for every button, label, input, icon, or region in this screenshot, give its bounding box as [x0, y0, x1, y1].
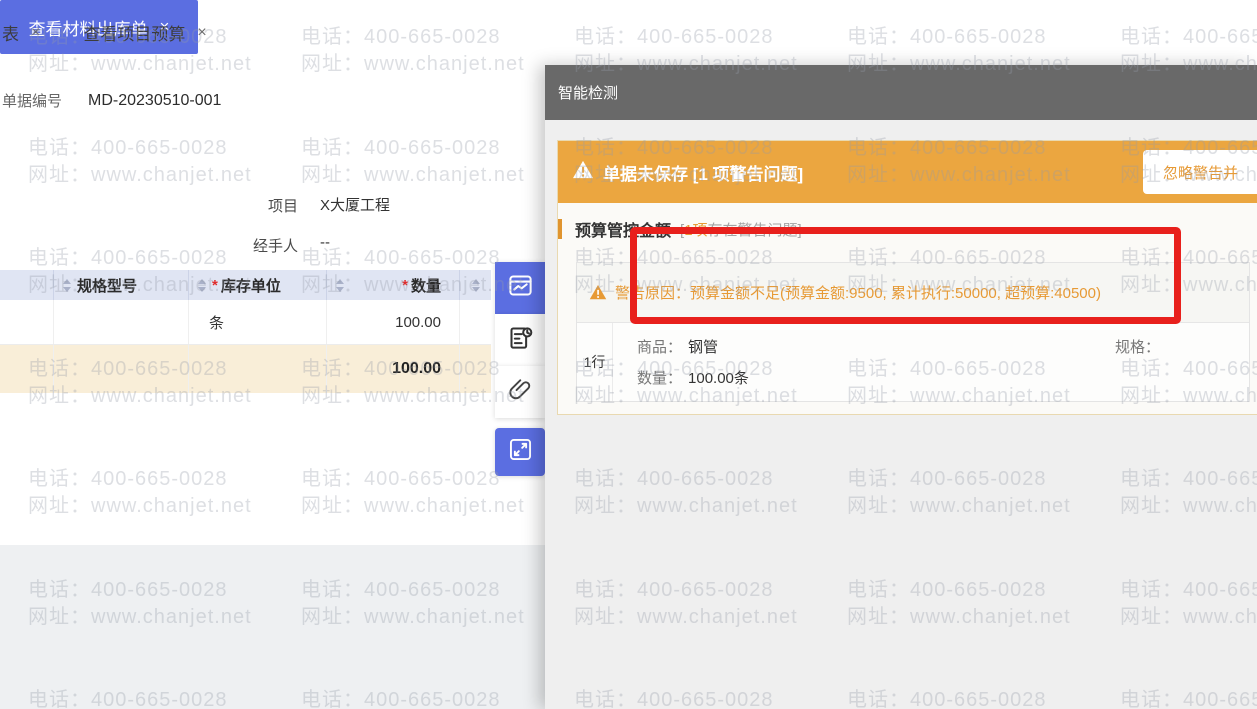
- tab-report-partial[interactable]: 表 ×: [2, 0, 40, 65]
- smart-detection-panel: 智能检测 单据未保存 [1 项警告问题] 忽略警告并 预算管控金额 [1项存在警…: [545, 65, 1257, 709]
- warning-reason-label: 警告原因：: [615, 285, 691, 302]
- section-issue-count: [1项存在警告问题]: [680, 221, 802, 239]
- tab-label: 表: [2, 25, 19, 44]
- required-mark: *: [212, 276, 218, 294]
- table-row: 条 100.00: [0, 300, 491, 345]
- history-log-button[interactable]: [495, 314, 545, 366]
- header-cell-rownum: [0, 270, 54, 300]
- warning-triangle-icon: [572, 160, 594, 185]
- section-title: 预算管控金额: [575, 223, 672, 240]
- doc-number-value: MD-20230510-001: [88, 91, 222, 109]
- detail-table: 规格型号 * 库存单位 * 数量 条 100.00 100.00: [0, 270, 491, 393]
- header-label: 规格型号: [77, 277, 138, 295]
- table-header-row: 规格型号 * 库存单位 * 数量: [0, 270, 491, 300]
- quantity-label: 数量：: [637, 370, 683, 387]
- header-label: 数量: [410, 277, 441, 295]
- warning-reason-row: 警告原因： 预算金额不足(预算金额:9500, 累计执行:50000, 超预算:…: [577, 263, 1249, 323]
- header-cell-unit[interactable]: * 库存单位: [189, 270, 327, 300]
- section-accent-bar: [558, 219, 562, 239]
- table-total-row: 100.00: [0, 345, 491, 393]
- paperclip-icon: [507, 376, 534, 408]
- warning-banner: 单据未保存 [1 项警告问题] 忽略警告并: [558, 141, 1257, 203]
- handler-value: --: [320, 234, 330, 251]
- doc-clock-icon: [507, 324, 534, 356]
- close-icon[interactable]: ×: [197, 24, 206, 42]
- side-toolbar: [495, 262, 545, 476]
- required-mark: *: [402, 276, 408, 294]
- close-icon[interactable]: ×: [31, 24, 40, 42]
- attachment-button[interactable]: [495, 366, 545, 418]
- quantity-value: 100.00条: [688, 370, 749, 387]
- warning-card: 单据未保存 [1 项警告问题] 忽略警告并 预算管控金额 [1项存在警告问题] …: [557, 140, 1257, 415]
- doc-number-label: 单据编号: [2, 93, 63, 110]
- sort-icon[interactable]: [198, 278, 206, 292]
- doc-number-row: 单据编号 MD-20230510-001: [2, 90, 221, 111]
- total-qty: 100.00: [327, 345, 460, 393]
- handler-label: 经手人: [252, 238, 298, 255]
- cell-spec: [54, 300, 189, 344]
- header-cell-qty[interactable]: * 数量: [327, 270, 460, 300]
- header-label: 库存单位: [220, 277, 281, 295]
- tab-label: 查看项目预算: [83, 25, 186, 44]
- expand-button[interactable]: [495, 428, 545, 476]
- header-cell-spec[interactable]: 规格型号: [54, 270, 189, 300]
- project-value: X大厦工程: [320, 197, 391, 214]
- product-label: 商品：: [637, 339, 683, 356]
- tab-bar: 表 × 查看项目预算 × 查看材料出库单 ×: [0, 0, 1257, 65]
- header-cell-next-partial[interactable]: [460, 270, 491, 300]
- warning-detail-box: 警告原因： 预算金额不足(预算金额:9500, 累计执行:50000, 超预算:…: [576, 262, 1250, 402]
- cell-qty: 100.00: [327, 300, 460, 344]
- panel-header: 智能检测: [545, 65, 1257, 120]
- expand-arrows-icon: [507, 436, 534, 468]
- project-label: 项目: [267, 198, 298, 215]
- chart-line-icon: [507, 272, 534, 304]
- app-screen: 表 × 查看项目预算 × 查看材料出库单 × 单据编号 MD-20230510-…: [0, 0, 1257, 709]
- sort-icon[interactable]: [63, 278, 71, 292]
- tab-project-budget[interactable]: 查看项目预算 ×: [60, 0, 230, 65]
- product-value: 钢管: [688, 339, 719, 356]
- banner-text: 单据未保存 [1 项警告问题]: [603, 164, 804, 184]
- warning-reason-detail: 预算金额不足(预算金额:9500, 累计执行:50000, 超预算:40500): [690, 285, 1101, 302]
- ignore-warning-button[interactable]: 忽略警告并: [1143, 150, 1257, 194]
- cell-unit: 条: [189, 300, 327, 344]
- smart-detect-button[interactable]: [495, 262, 545, 314]
- row-number: 1行: [577, 323, 613, 401]
- section-title-row: 预算管控金额 [1项存在警告问题]: [558, 218, 1257, 240]
- spec-label: 规格：: [1115, 339, 1161, 356]
- sort-icon[interactable]: [336, 278, 344, 292]
- panel-title: 智能检测: [558, 85, 619, 102]
- sort-icon[interactable]: [471, 278, 480, 292]
- warning-item-row: 1行 商品： 钢管 数量： 100.00条 规格：: [577, 323, 1249, 401]
- warning-triangle-icon: [589, 285, 607, 300]
